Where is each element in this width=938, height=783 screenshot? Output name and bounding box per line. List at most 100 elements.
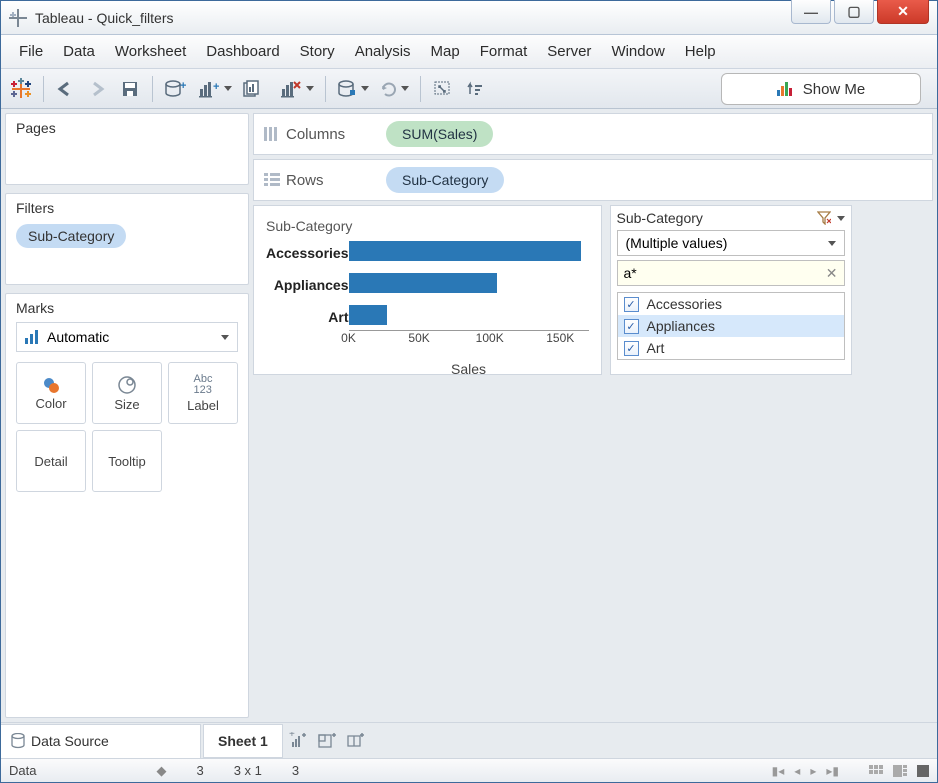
marks-size-label: Size <box>114 397 139 412</box>
menu-data[interactable]: Data <box>53 37 105 66</box>
window-title: Tableau - Quick_filters <box>35 10 174 26</box>
grid-view-icon[interactable] <box>869 765 883 777</box>
filters-shelf[interactable]: Filters Sub-Category <box>5 193 249 285</box>
clear-search-icon[interactable]: ✕ <box>826 265 838 282</box>
columns-label: Columns <box>286 126 345 143</box>
menu-analysis[interactable]: Analysis <box>345 37 421 66</box>
sheet-tab-1[interactable]: Sheet 1 <box>203 724 283 758</box>
marks-color-label: Color <box>35 396 66 411</box>
workspace: Pages Filters Sub-Category Marks Automat… <box>1 109 937 722</box>
swap-button[interactable] <box>429 75 457 103</box>
marks-tooltip-button[interactable]: Tooltip <box>92 430 162 492</box>
menu-story[interactable]: Story <box>290 37 345 66</box>
columns-icon <box>264 127 280 141</box>
filter-pill-subcategory[interactable]: Sub-Category <box>16 224 126 248</box>
data-source-tab[interactable]: Data Source <box>1 724 201 758</box>
data-source-label: Data Source <box>31 733 109 749</box>
chart-bars <box>349 240 589 326</box>
new-sheet-button[interactable]: + <box>285 727 313 755</box>
pages-shelf[interactable]: Pages <box>5 113 249 185</box>
toolbar-separator <box>43 76 44 102</box>
toolbar-separator <box>420 76 421 102</box>
marks-type-label: Automatic <box>47 329 109 345</box>
quick-filter-option[interactable]: ✓ Accessories <box>618 293 844 315</box>
new-datasource-button[interactable]: + <box>161 75 189 103</box>
columns-shelf[interactable]: Columns SUM(Sales) <box>253 113 933 155</box>
side-panel: Pages Filters Sub-Category Marks Automat… <box>1 109 253 722</box>
quick-filter-option[interactable]: ✓ Appliances <box>618 315 844 337</box>
menu-format[interactable]: Format <box>470 37 538 66</box>
new-story-button[interactable] <box>341 727 369 755</box>
columns-pill-sum-sales[interactable]: SUM(Sales) <box>386 121 493 147</box>
close-button[interactable]: ✕ <box>877 0 929 24</box>
menu-map[interactable]: Map <box>421 37 470 66</box>
chart-view[interactable]: Sub-Category AccessoriesAppliancesArt 0K… <box>253 205 602 375</box>
quick-filter-search[interactable]: ✕ <box>617 260 845 286</box>
quick-filter-option-label: Appliances <box>647 318 716 334</box>
save-button[interactable] <box>116 75 144 103</box>
marks-color-button[interactable]: Color <box>16 362 86 424</box>
chart-category-labels: AccessoriesAppliancesArt <box>266 240 349 377</box>
filmstrip-view-icon[interactable] <box>893 765 907 777</box>
rows-pill-subcategory[interactable]: Sub-Category <box>386 167 504 193</box>
menubar: File Data Worksheet Dashboard Story Anal… <box>1 35 937 69</box>
show-me-button[interactable]: Show Me <box>721 73 921 105</box>
marks-card: Marks Automatic Color Size <box>5 293 249 718</box>
menu-file[interactable]: File <box>9 37 53 66</box>
svg-text:+: + <box>289 732 295 740</box>
maximize-button[interactable]: ▢ <box>834 0 874 24</box>
chart-row-header: Sub-Category <box>266 218 589 234</box>
rows-shelf[interactable]: Rows Sub-Category <box>253 159 933 201</box>
marks-label-button[interactable]: Abc123 Label <box>168 362 238 424</box>
toolbar: + + Show Me <box>1 69 937 109</box>
checkbox-icon[interactable]: ✓ <box>624 341 639 356</box>
statusbar: Data ◆ 3 3 x 1 3 ▮◂ ◂ ▸ ▸▮ <box>1 758 937 782</box>
chevron-down-icon <box>828 241 836 246</box>
menu-dashboard[interactable]: Dashboard <box>196 37 289 66</box>
status-dims: 3 x 1 <box>234 763 262 778</box>
marks-type-dropdown[interactable]: Automatic <box>16 322 238 352</box>
forward-button[interactable] <box>84 75 112 103</box>
menu-server[interactable]: Server <box>537 37 601 66</box>
chart-axis-ticks: 0K50K100K150K <box>349 331 589 345</box>
quick-filter-search-input[interactable] <box>624 265 826 281</box>
checkbox-icon[interactable]: ✓ <box>624 319 639 334</box>
status-marks: 3 <box>196 763 203 778</box>
connect-button[interactable] <box>334 75 372 103</box>
first-icon[interactable]: ▮◂ <box>772 764 785 778</box>
quick-filter-option[interactable]: ✓ Art <box>618 337 844 359</box>
marks-detail-button[interactable]: Detail <box>16 430 86 492</box>
refresh-button[interactable] <box>376 75 412 103</box>
back-button[interactable] <box>52 75 80 103</box>
toolbar-separator <box>325 76 326 102</box>
tableau-logo-button[interactable] <box>7 75 35 103</box>
menu-help[interactable]: Help <box>675 37 726 66</box>
app-icon <box>9 9 27 27</box>
checkbox-icon[interactable]: ✓ <box>624 297 639 312</box>
svg-text:+: + <box>213 81 219 93</box>
clear-button[interactable] <box>275 75 317 103</box>
minimize-button[interactable]: — <box>791 0 831 24</box>
menu-window[interactable]: Window <box>601 37 674 66</box>
rows-icon <box>264 173 280 187</box>
quick-filter-dropdown[interactable]: (Multiple values) <box>617 230 845 256</box>
last-icon[interactable]: ▸▮ <box>826 764 839 778</box>
quick-filter-option-label: Art <box>647 340 665 356</box>
quick-filter-title: Sub-Category <box>617 210 703 226</box>
quick-filter-menu-icon[interactable] <box>837 216 845 221</box>
quick-filter-selection: (Multiple values) <box>626 235 728 251</box>
new-dashboard-button[interactable] <box>313 727 341 755</box>
app-window: Tableau - Quick_filters — ▢ ✕ File Data … <box>0 0 938 783</box>
quick-filter-option-label: Accessories <box>647 296 722 312</box>
sort-button[interactable] <box>461 75 489 103</box>
full-view-icon[interactable] <box>917 765 929 777</box>
bar-icon <box>25 330 41 344</box>
new-worksheet-button[interactable]: + <box>193 75 235 103</box>
menu-worksheet[interactable]: Worksheet <box>105 37 196 66</box>
next-icon[interactable]: ▸ <box>810 764 816 778</box>
duplicate-button[interactable] <box>239 75 271 103</box>
prev-icon[interactable]: ◂ <box>794 764 800 778</box>
marks-title: Marks <box>16 300 238 316</box>
filter-icon[interactable] <box>817 211 831 225</box>
marks-size-button[interactable]: Size <box>92 362 162 424</box>
